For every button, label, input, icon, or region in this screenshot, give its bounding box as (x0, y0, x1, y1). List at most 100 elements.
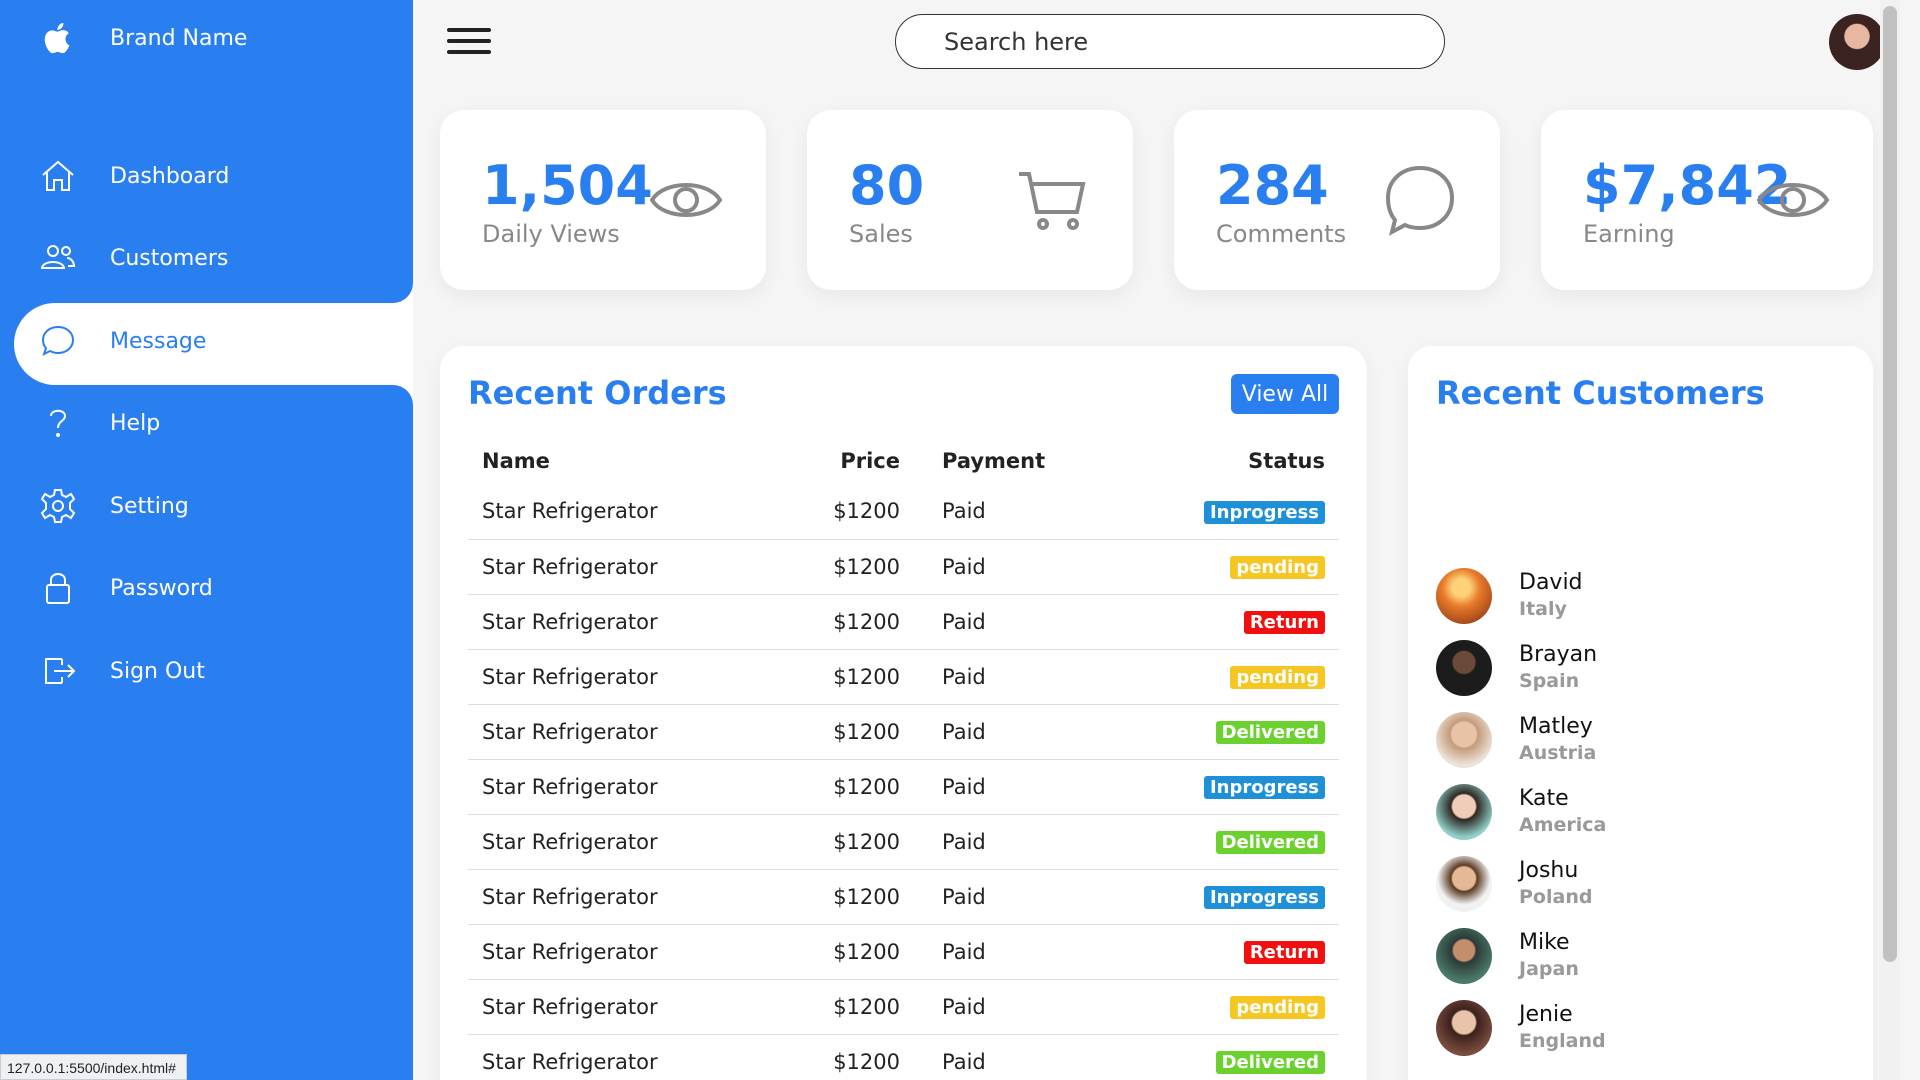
status-badge: Delivered (1215, 721, 1325, 744)
customer-name: Matley (1519, 714, 1593, 739)
sidebar-item-label: Setting (110, 494, 189, 519)
customer-country: England (1519, 1030, 1606, 1052)
sidebar-item-sign-out[interactable]: Sign Out (14, 633, 413, 715)
order-payment: Paid (928, 979, 1168, 1035)
orders-table: Name Price Payment Status Star Refrigera… (468, 438, 1339, 1080)
table-row[interactable]: Star Refrigerator $1200 Paid Delivered (468, 1034, 1339, 1080)
brand-link[interactable]: Brand Name (14, 0, 413, 82)
avatar (1436, 1000, 1492, 1056)
stat-label: Sales (849, 220, 913, 248)
column-header-name: Name (482, 449, 550, 473)
menu-toggle-icon[interactable] (447, 28, 491, 58)
table-row[interactable]: Star Refrigerator $1200 Paid pending (468, 539, 1339, 595)
main-content: 1,504 Daily Views 80 Sales 284 Comments … (413, 0, 1900, 1080)
order-payment: Paid (928, 869, 1168, 925)
sidebar-item-setting[interactable]: Setting (14, 468, 413, 550)
stat-card-daily-views: 1,504 Daily Views (440, 110, 766, 290)
sidebar-item-label: Dashboard (110, 164, 230, 189)
column-header-price: Price (840, 449, 900, 473)
search-input[interactable] (896, 15, 1444, 68)
status-badge: pending (1230, 556, 1325, 579)
sidebar-item-message[interactable]: Message (14, 303, 413, 385)
sidebar-item-customers[interactable]: Customers (14, 220, 413, 302)
table-row[interactable]: Star Refrigerator $1200 Paid Return (468, 594, 1339, 650)
status-badge: Delivered (1215, 831, 1325, 854)
table-row[interactable]: Star Refrigerator $1200 Paid Return (468, 924, 1339, 980)
recent-customers-title: Recent Customers (1436, 374, 1765, 412)
order-name: Star Refrigerator (468, 704, 798, 760)
avatar (1436, 928, 1492, 984)
status-url-tooltip: 127.0.0.1:5500/index.html# (0, 1054, 187, 1080)
status-badge: Return (1243, 941, 1325, 964)
list-item[interactable]: Mike Japan (1436, 928, 1856, 988)
stat-value: 284 (1216, 154, 1329, 217)
customer-name: Brayan (1519, 642, 1598, 667)
order-status-cell: Inprogress (1168, 869, 1339, 925)
sidebar-item-label: Message (110, 329, 207, 354)
status-badge: Inprogress (1203, 500, 1325, 524)
order-status-cell: Return (1168, 594, 1339, 650)
table-row[interactable]: Star Refrigerator $1200 Paid Delivered (468, 704, 1339, 760)
avatar (1436, 568, 1492, 624)
brand-name: Brand Name (110, 26, 248, 51)
app: Brand Name Dashboard Customers Message H (0, 0, 1920, 1080)
page-scrollbar[interactable] (1880, 0, 1900, 1080)
view-all-button[interactable]: View All (1231, 374, 1339, 414)
chat-icon (1380, 160, 1460, 240)
order-price: $1200 (798, 979, 928, 1035)
order-status-cell: Inprogress (1168, 484, 1339, 540)
scrollbar-thumb[interactable] (1883, 6, 1897, 962)
table-row[interactable]: Star Refrigerator $1200 Paid Delivered (468, 814, 1339, 870)
order-name: Star Refrigerator (468, 484, 798, 540)
sidebar-item-label: Sign Out (110, 659, 205, 684)
avatar (1436, 640, 1492, 696)
list-item[interactable]: Joshu Poland (1436, 856, 1856, 916)
column-header-status: Status (1248, 449, 1325, 473)
customer-country: Japan (1519, 958, 1579, 980)
order-price: $1200 (798, 704, 928, 760)
order-payment: Paid (928, 1034, 1168, 1080)
user-avatar[interactable] (1829, 14, 1885, 70)
column-header-payment: Payment (942, 449, 1046, 473)
order-price: $1200 (798, 484, 928, 540)
order-price: $1200 (798, 594, 928, 650)
sidebar-item-help[interactable]: Help (14, 385, 413, 467)
table-row[interactable]: Star Refrigerator $1200 Paid Inprogress (468, 484, 1339, 540)
status-badge: Inprogress (1203, 776, 1325, 799)
sidebar-item-label: Help (110, 411, 161, 436)
list-item[interactable]: Jenie England (1436, 1000, 1856, 1060)
list-item[interactable]: Matley Austria (1436, 712, 1856, 772)
sidebar-item-password[interactable]: Password (14, 550, 413, 632)
cart-icon (1013, 160, 1093, 240)
table-row[interactable]: Star Refrigerator $1200 Paid Inprogress (468, 759, 1339, 815)
order-payment: Paid (928, 924, 1168, 980)
table-row[interactable]: Star Refrigerator $1200 Paid pending (468, 649, 1339, 705)
avatar (1436, 784, 1492, 840)
sidebar: Brand Name Dashboard Customers Message H (0, 0, 413, 1080)
order-status-cell: pending (1168, 649, 1339, 705)
order-status-cell: Delivered (1168, 1034, 1339, 1080)
stat-card-earning: $7,842 Earning (1541, 110, 1873, 290)
table-row[interactable]: Star Refrigerator $1200 Paid Inprogress (468, 869, 1339, 925)
order-price: $1200 (798, 924, 928, 980)
status-badge: Delivered (1215, 1051, 1325, 1074)
customer-name: David (1519, 570, 1583, 595)
order-price: $1200 (798, 814, 928, 870)
customer-name: Joshu (1519, 858, 1579, 883)
order-payment: Paid (928, 704, 1168, 760)
help-icon (36, 401, 80, 445)
chat-icon (36, 319, 80, 363)
order-payment: Paid (928, 594, 1168, 650)
list-item[interactable]: Brayan Spain (1436, 640, 1856, 700)
table-row[interactable]: Star Refrigerator $1200 Paid pending (468, 979, 1339, 1035)
order-payment: Paid (928, 484, 1168, 540)
search-box (895, 14, 1445, 69)
order-status-cell: pending (1168, 539, 1339, 595)
list-item[interactable]: Kate America (1436, 784, 1856, 844)
order-status-cell: Delivered (1168, 814, 1339, 870)
list-item[interactable]: David Italy (1436, 568, 1856, 628)
sidebar-item-dashboard[interactable]: Dashboard (14, 138, 413, 220)
table-header-row: Name Price Payment Status (468, 438, 1339, 484)
stat-label: Daily Views (482, 220, 620, 248)
customer-country: Spain (1519, 670, 1580, 692)
